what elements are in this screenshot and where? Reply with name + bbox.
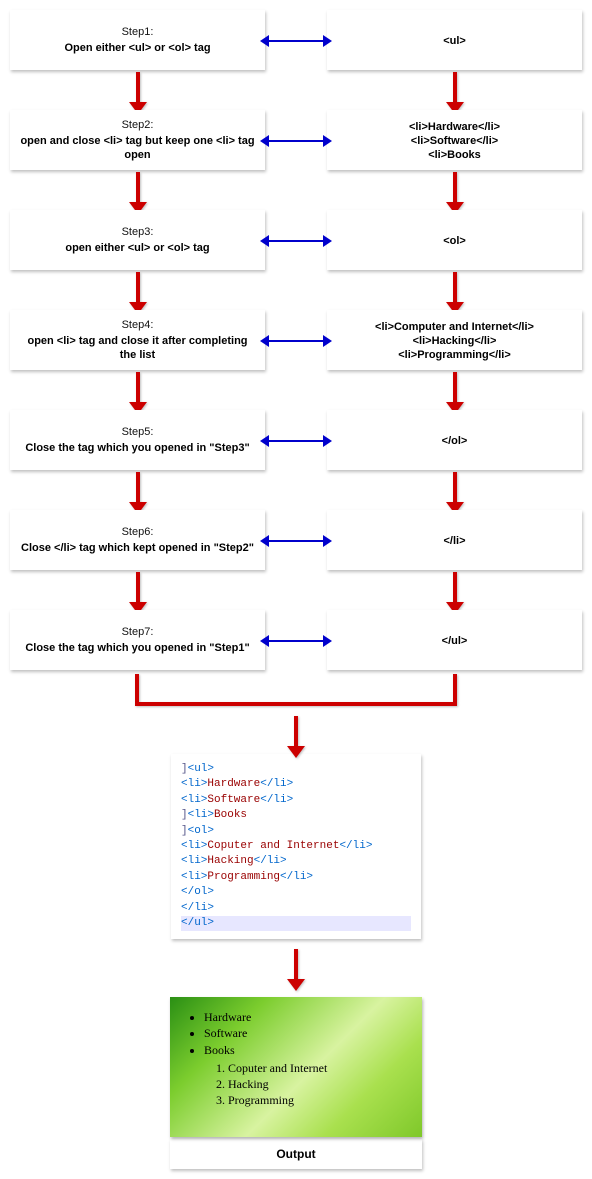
- bi-arrow-icon: [268, 240, 324, 242]
- down-arrow-icon: [136, 572, 140, 604]
- step-description: open and close <li> tag but keep one <li…: [18, 134, 257, 163]
- down-arrow-icon: [136, 72, 140, 104]
- code-line: <li>Programming</li>: [181, 870, 411, 885]
- merge-connector: [10, 674, 582, 714]
- step-box: Step5: Close the tag which you opened in …: [10, 410, 265, 470]
- code-box: <li>Hardware</li> <li>Software</li> <li>…: [327, 110, 582, 170]
- code-box: <li>Computer and Internet</li> <li>Hacki…: [327, 310, 582, 370]
- step-description: open <li> tag and close it after complet…: [18, 334, 257, 363]
- step-box: Step3: open either <ul> or <ol> tag: [10, 210, 265, 270]
- center-flow: ]<ul> <li>Hardware</li> <li>Software</li…: [10, 714, 582, 1169]
- output-numbered-list: Coputer and InternetHackingProgramming: [204, 1060, 410, 1109]
- code-box: <ol>: [327, 210, 582, 270]
- down-arrow-icon: [453, 472, 457, 504]
- down-arrow-icon: [453, 272, 457, 304]
- output-bullet: BooksCoputer and InternetHackingProgramm…: [204, 1042, 410, 1109]
- code-line: <li>Coputer and Internet</li>: [181, 839, 411, 854]
- code-snippet: <ul>: [335, 34, 574, 48]
- bi-arrow-icon: [268, 640, 324, 642]
- flowchart-diagram: Step1: Open either <ul> or <ol> tag Step2:…: [10, 10, 582, 1169]
- bi-arrow-icon: [268, 140, 324, 142]
- output-bullet: Software: [204, 1025, 410, 1041]
- step-description: Open either <ul> or <ol> tag: [18, 41, 257, 55]
- output-bullet: Hardware: [204, 1009, 410, 1025]
- step-label: Step3:: [18, 225, 257, 239]
- code-snippet: <ol>: [335, 234, 574, 248]
- code-column: <ul> <li>Hardware</li> <li>Software</li> …: [327, 10, 582, 670]
- down-arrow-icon: [136, 472, 140, 504]
- step-box: Step4: open <li> tag and close it after c…: [10, 310, 265, 370]
- code-box: <ul>: [327, 10, 582, 70]
- bi-arrow-icon: [268, 540, 324, 542]
- code-snippet: </li>: [335, 534, 574, 548]
- down-arrow-icon: [136, 272, 140, 304]
- code-line: ]<ul>: [181, 762, 411, 777]
- step-label: Step4:: [18, 318, 257, 332]
- step-description: Close the tag which you opened in "Step3…: [18, 441, 257, 455]
- code-box: </ol>: [327, 410, 582, 470]
- combined-code-box: ]<ul> <li>Hardware</li> <li>Software</li…: [171, 754, 421, 939]
- code-box: </li>: [327, 510, 582, 570]
- code-box: </ul>: [327, 610, 582, 670]
- down-arrow-icon: [453, 72, 457, 104]
- step-label: Step5:: [18, 425, 257, 439]
- step-label: Step1:: [18, 25, 257, 39]
- code-line: ]<ol>: [181, 824, 411, 839]
- bi-arrow-icon: [268, 440, 324, 442]
- down-arrow-icon: [294, 716, 298, 748]
- down-arrow-icon: [136, 372, 140, 404]
- step-box: Step6: Close </li> tag which kept opened …: [10, 510, 265, 570]
- code-line: <li>Hardware</li>: [181, 777, 411, 792]
- code-line: <li>Software</li>: [181, 793, 411, 808]
- down-arrow-icon: [453, 372, 457, 404]
- code-line: </ol>: [181, 885, 411, 900]
- output-numbered-item: Hacking: [228, 1076, 410, 1092]
- code-snippet: </ul>: [335, 634, 574, 648]
- down-arrow-icon: [453, 172, 457, 204]
- code-snippet: <li>Hardware</li> <li>Software</li> <li>…: [335, 120, 574, 163]
- down-arrow-icon: [136, 172, 140, 204]
- code-line: <li>Hacking</li>: [181, 854, 411, 869]
- step-description: open either <ul> or <ol> tag: [18, 241, 257, 255]
- bi-arrow-icon: [268, 40, 324, 42]
- step-label: Step6:: [18, 525, 257, 539]
- steps-column: Step1: Open either <ul> or <ol> tag Step2:…: [10, 10, 265, 670]
- code-line: </li>: [181, 901, 411, 916]
- down-arrow-icon: [453, 572, 457, 604]
- step-box: Step2: open and close <li> tag but keep o…: [10, 110, 265, 170]
- rendered-output-box: HardwareSoftwareBooksCoputer and Interne…: [170, 997, 422, 1137]
- output-numbered-item: Coputer and Internet: [228, 1060, 410, 1076]
- output-label: Output: [170, 1139, 422, 1169]
- step-box: Step7: Close the tag which you opened in …: [10, 610, 265, 670]
- step-description: Close </li> tag which kept opened in "St…: [18, 541, 257, 555]
- code-line: ]<li>Books: [181, 808, 411, 823]
- code-snippet: </ol>: [335, 434, 574, 448]
- output-bullet-list: HardwareSoftwareBooksCoputer and Interne…: [184, 1009, 410, 1108]
- step-label: Step2:: [18, 118, 257, 132]
- step-description: Close the tag which you opened in "Step1…: [18, 641, 257, 655]
- bi-arrow-icon: [268, 340, 324, 342]
- step-box: Step1: Open either <ul> or <ol> tag: [10, 10, 265, 70]
- down-arrow-icon: [294, 949, 298, 981]
- code-line: </ul>: [181, 916, 411, 931]
- step-label: Step7:: [18, 625, 257, 639]
- code-snippet: <li>Computer and Internet</li> <li>Hacki…: [335, 320, 574, 363]
